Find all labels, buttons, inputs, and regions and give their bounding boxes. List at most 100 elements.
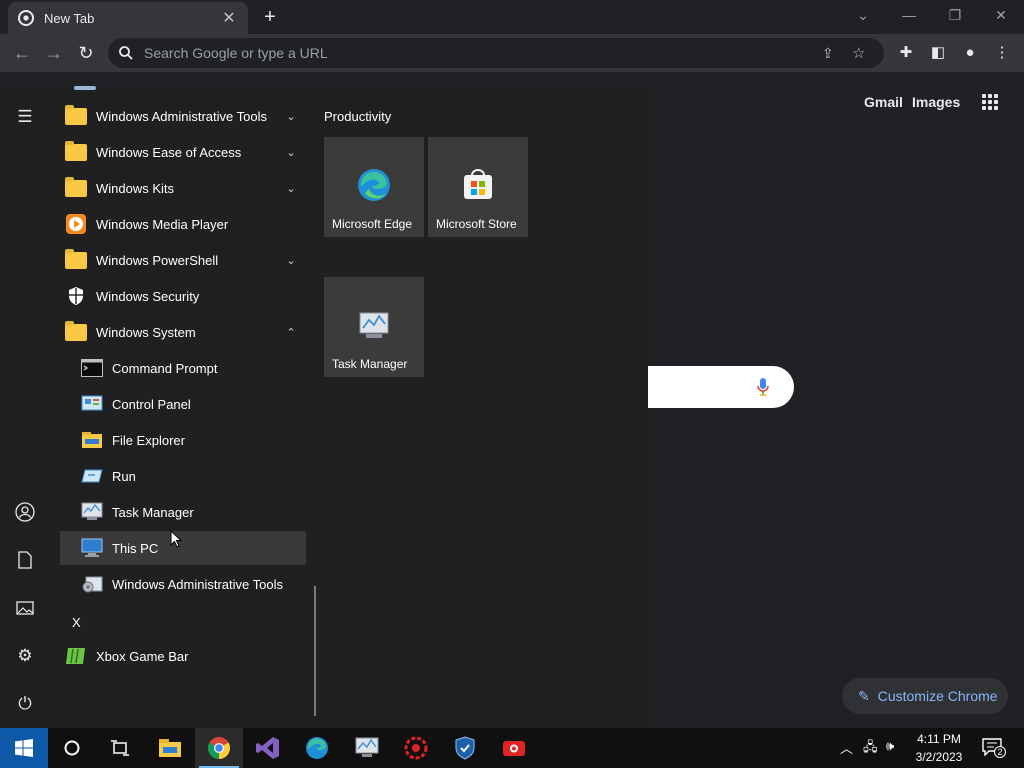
google-search-box[interactable]	[646, 366, 794, 408]
pictures-icon[interactable]	[12, 595, 38, 621]
task-view-button[interactable]	[96, 728, 144, 768]
list-item-label: Windows Ease of Access	[96, 144, 242, 160]
admin-tools-icon	[80, 572, 104, 596]
list-item-windows-administrative-tools[interactable]: Windows Administrative Tools	[60, 567, 306, 601]
taskbar-file-explorer[interactable]	[146, 728, 194, 768]
letter-header-x[interactable]: X	[72, 615, 81, 630]
documents-icon[interactable]	[12, 547, 38, 573]
taskbar-microsoft-edge[interactable]	[293, 728, 341, 768]
taskbar-red-camera-app[interactable]	[490, 728, 538, 768]
side-panel-icon[interactable]: ◧	[927, 42, 949, 64]
chrome-icon	[208, 737, 230, 759]
list-item-label: Task Manager	[112, 504, 194, 520]
clock-date: 3/2/2023	[915, 750, 963, 764]
network-icon[interactable]: 🖧	[863, 738, 878, 760]
list-item-label: Run	[112, 468, 136, 484]
customize-chrome-button[interactable]: ✎ Customize Chrome	[842, 678, 1008, 714]
mouse-cursor-icon	[170, 530, 182, 548]
new-tab-button[interactable]: +	[258, 6, 282, 28]
list-item-windows-ease-of-access[interactable]: Windows Ease of Access ⌄	[60, 135, 306, 169]
list-item-windows-media-player[interactable]: Windows Media Player	[60, 207, 306, 241]
share-icon[interactable]: ⇪	[822, 45, 852, 62]
folder-icon	[64, 140, 88, 164]
extensions-icon[interactable]: ✚	[895, 42, 917, 64]
visual-studio-icon	[256, 737, 279, 759]
chevron-down-icon[interactable]: ⌄	[282, 146, 300, 159]
list-item-xbox-game-bar[interactable]: Xbox Game Bar	[60, 639, 306, 673]
power-icon[interactable]: ⏻	[12, 691, 38, 717]
taskbar-chrome[interactable]	[195, 728, 243, 768]
show-hidden-icons-chevron-icon[interactable]: ︿	[840, 738, 853, 757]
list-item-command-prompt[interactable]: Command Prompt	[60, 351, 306, 385]
shield-icon	[64, 284, 88, 308]
customize-chrome-label: Customize Chrome	[877, 688, 998, 704]
tile-task-manager[interactable]: Task Manager	[324, 277, 424, 377]
menu-kebab-icon[interactable]: ⋮	[991, 42, 1013, 64]
tab-title: New Tab	[44, 10, 95, 26]
close-window-button[interactable]: ✕	[978, 4, 1024, 28]
chrome-toolbar: ← → ↻ Search Google or type a URL ⇪ ☆ ✚ …	[0, 34, 1024, 72]
list-item-windows-administrative-tools-folder[interactable]: Windows Administrative Tools ⌄	[60, 99, 306, 133]
list-item-windows-powershell[interactable]: Windows PowerShell ⌄	[60, 243, 306, 277]
tile-group-title[interactable]: Productivity	[324, 109, 391, 124]
tile-microsoft-edge[interactable]: Microsoft Edge	[324, 137, 424, 237]
google-apps-icon[interactable]	[982, 94, 998, 110]
this-pc-icon	[80, 536, 104, 560]
list-item-label: Windows System	[96, 324, 196, 340]
tile-microsoft-store[interactable]: Microsoft Store	[428, 137, 528, 237]
bookmark-star-icon[interactable]: ☆	[852, 44, 884, 62]
list-item-label: Windows PowerShell	[96, 252, 219, 268]
tile-label: Microsoft Edge	[332, 217, 413, 231]
action-center-button[interactable]: 2	[982, 738, 1006, 758]
tab-close-icon[interactable]: ✕	[220, 8, 238, 28]
user-account-icon[interactable]	[12, 499, 38, 525]
list-item-file-explorer[interactable]: File Explorer	[60, 423, 306, 457]
microsoft-edge-icon	[306, 737, 328, 759]
reload-button[interactable]: ↻	[74, 41, 98, 65]
taskbar-visual-studio[interactable]	[244, 728, 292, 768]
list-item-windows-system[interactable]: Windows System ⌃	[60, 315, 306, 349]
cortana-button[interactable]	[48, 728, 96, 768]
list-item-this-pc[interactable]: This PC	[60, 531, 306, 565]
list-item-control-panel[interactable]: Control Panel	[60, 387, 306, 421]
folder-icon	[64, 248, 88, 272]
folder-icon	[64, 104, 88, 128]
clock-time: 4:11 PM	[917, 732, 961, 746]
search-icon	[119, 46, 133, 60]
images-link[interactable]: Images	[912, 94, 960, 110]
system-clock[interactable]: 4:11 PM 3/2/2023	[904, 730, 974, 766]
tab-search-chevron-icon[interactable]: ⌄	[840, 4, 886, 28]
list-item-windows-kits[interactable]: Windows Kits ⌄	[60, 171, 306, 205]
omnibox[interactable]: Search Google or type a URL ⇪ ☆	[108, 38, 884, 68]
taskbar: ︿ 🖧 🕪 4:11 PM 3/2/2023 2	[0, 728, 1024, 768]
microphone-icon[interactable]	[756, 377, 770, 397]
forward-button[interactable]: →	[42, 41, 66, 65]
list-item-run[interactable]: Run	[60, 459, 306, 493]
media-player-icon	[64, 212, 88, 236]
start-button[interactable]	[0, 728, 48, 768]
chevron-down-icon[interactable]: ⌄	[282, 254, 300, 267]
app-list-scrollbar[interactable]	[314, 586, 316, 716]
restore-button[interactable]: ❐	[932, 4, 978, 28]
back-button[interactable]: ←	[10, 41, 34, 65]
profile-icon[interactable]: ●	[959, 42, 981, 64]
volume-icon[interactable]: 🕪	[886, 738, 894, 754]
omnibox-placeholder: Search Google or type a URL	[144, 45, 328, 61]
chrome-favicon-icon	[18, 10, 34, 26]
chevron-up-icon[interactable]: ⌃	[282, 326, 300, 339]
control-panel-icon	[80, 392, 104, 416]
chevron-down-icon[interactable]: ⌄	[282, 182, 300, 195]
list-item-task-manager[interactable]: Task Manager	[60, 495, 306, 529]
list-item-windows-security[interactable]: Windows Security	[60, 279, 306, 313]
taskbar-blue-shield-app[interactable]	[441, 728, 489, 768]
settings-gear-icon[interactable]: ⚙	[12, 643, 38, 669]
blue-shield-app-icon	[455, 736, 475, 760]
taskbar-red-app[interactable]	[392, 728, 440, 768]
chevron-down-icon[interactable]: ⌄	[282, 110, 300, 123]
windows-logo-icon	[15, 739, 33, 757]
tab-new-tab[interactable]: New Tab ✕	[8, 2, 248, 34]
gmail-link[interactable]: Gmail	[864, 94, 903, 110]
hamburger-menu-icon[interactable]: ☰	[12, 104, 38, 130]
minimize-button[interactable]: —	[886, 4, 932, 28]
taskbar-task-manager[interactable]	[343, 728, 391, 768]
